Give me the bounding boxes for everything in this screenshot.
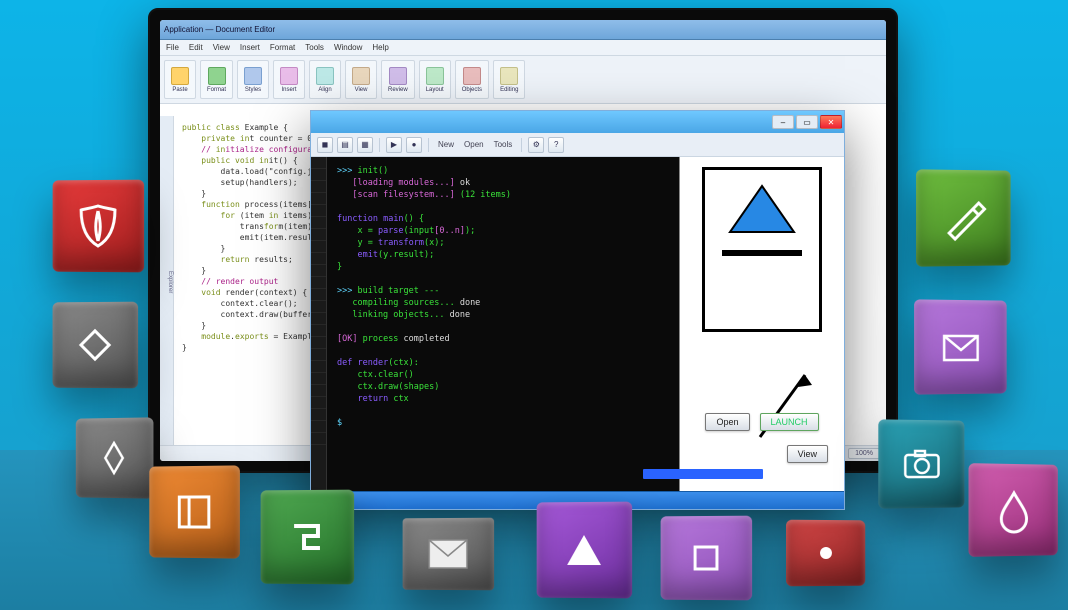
tb-help-icon[interactable]: ?: [548, 137, 564, 153]
tb-debug-icon[interactable]: ●: [406, 137, 422, 153]
tile-mail[interactable]: [914, 299, 1007, 394]
preview-box: [702, 167, 822, 332]
tb-label[interactable]: New: [435, 140, 457, 149]
view-button[interactable]: View: [787, 445, 828, 463]
back-window-title: Application — Document Editor: [160, 20, 886, 40]
ribbon-group[interactable]: Paste: [164, 60, 196, 99]
line-gutter: [311, 157, 327, 491]
diamond-icon: [70, 320, 120, 370]
ribbon-group[interactable]: Align: [309, 60, 341, 99]
tile-diamond-small[interactable]: [76, 417, 154, 498]
tb-run-icon[interactable]: ▶: [386, 137, 402, 153]
sidebar-tab[interactable]: Explorer: [160, 116, 174, 445]
minimize-button[interactable]: –: [772, 115, 794, 129]
dot-icon: [801, 528, 851, 578]
back-window-menu[interactable]: File Edit View Insert Format Tools Windo…: [160, 40, 886, 56]
shield-icon: [73, 201, 123, 251]
tb-label[interactable]: Tools: [491, 140, 516, 149]
tile-diamond[interactable]: [53, 302, 139, 389]
envelope-icon: [423, 529, 473, 579]
drop-outline-icon: [989, 485, 1038, 536]
foreground-window: – ▭ ✕ ◼ ▤ ▦ ▶ ● New Open Tools ⚙ ? >>> i…: [310, 110, 845, 510]
ribbon-group[interactable]: Styles: [237, 60, 269, 99]
tile-small-red[interactable]: [786, 520, 865, 587]
tile-envelope[interactable]: [403, 518, 495, 591]
tile-drop[interactable]: [969, 463, 1058, 557]
mail-icon: [936, 322, 985, 372]
columns-icon: [170, 487, 219, 537]
tb-new-icon[interactable]: ◼: [317, 137, 333, 153]
ribbon-group[interactable]: Layout: [419, 60, 451, 99]
pencil-icon: [939, 193, 988, 243]
menu-help[interactable]: Help: [372, 43, 388, 52]
tile-pencil[interactable]: [916, 169, 1011, 266]
launch-button[interactable]: LAUNCH: [760, 413, 819, 431]
square-icon: [681, 533, 731, 583]
diamond-thin-icon: [90, 433, 139, 484]
ribbon-group[interactable]: Insert: [273, 60, 305, 99]
status-zoom: 100%: [848, 448, 880, 459]
menu-edit[interactable]: Edit: [189, 43, 203, 52]
menu-format[interactable]: Format: [270, 43, 295, 52]
fg-toolbar: ◼ ▤ ▦ ▶ ● New Open Tools ⚙ ?: [311, 133, 844, 157]
menu-file[interactable]: File: [166, 43, 179, 52]
tb-save-icon[interactable]: ▦: [357, 137, 373, 153]
tile-shield[interactable]: [53, 180, 145, 273]
open-button[interactable]: Open: [705, 413, 749, 431]
terminal-output[interactable]: >>> init() [loading modules...] ok [scan…: [327, 157, 679, 491]
tb-settings-icon[interactable]: ⚙: [528, 137, 544, 153]
ribbon-group[interactable]: Format: [200, 60, 233, 99]
ribbon: Paste Format Styles Insert Align View Re…: [160, 56, 886, 104]
menu-window[interactable]: Window: [334, 43, 362, 52]
u-shape-icon: [282, 512, 332, 562]
progress-bar: [643, 469, 763, 479]
tile-camera[interactable]: [878, 419, 964, 508]
preview-panel: Open LAUNCH View: [679, 157, 844, 491]
fg-titlebar[interactable]: – ▭ ✕: [311, 111, 844, 133]
tb-open-icon[interactable]: ▤: [337, 137, 353, 153]
menu-insert[interactable]: Insert: [240, 43, 260, 52]
camera-icon: [897, 439, 946, 489]
tile-columns[interactable]: [149, 465, 240, 558]
menu-tools[interactable]: Tools: [305, 43, 324, 52]
triangle-icon: [559, 525, 609, 575]
tile-purple-square[interactable]: [661, 516, 753, 601]
ribbon-group[interactable]: View: [345, 60, 377, 99]
tile-triangle[interactable]: [537, 502, 632, 599]
ribbon-group[interactable]: Objects: [455, 60, 489, 99]
maximize-button[interactable]: ▭: [796, 115, 818, 129]
tile-u-shape[interactable]: [261, 490, 354, 585]
triangle-preview-icon: [722, 180, 802, 240]
menu-view[interactable]: View: [213, 43, 230, 52]
ribbon-group[interactable]: Editing: [493, 60, 525, 99]
arrow-pointer-icon: [750, 357, 820, 447]
tb-label[interactable]: Open: [461, 140, 487, 149]
ribbon-group[interactable]: Review: [381, 60, 415, 99]
close-button[interactable]: ✕: [820, 115, 842, 129]
